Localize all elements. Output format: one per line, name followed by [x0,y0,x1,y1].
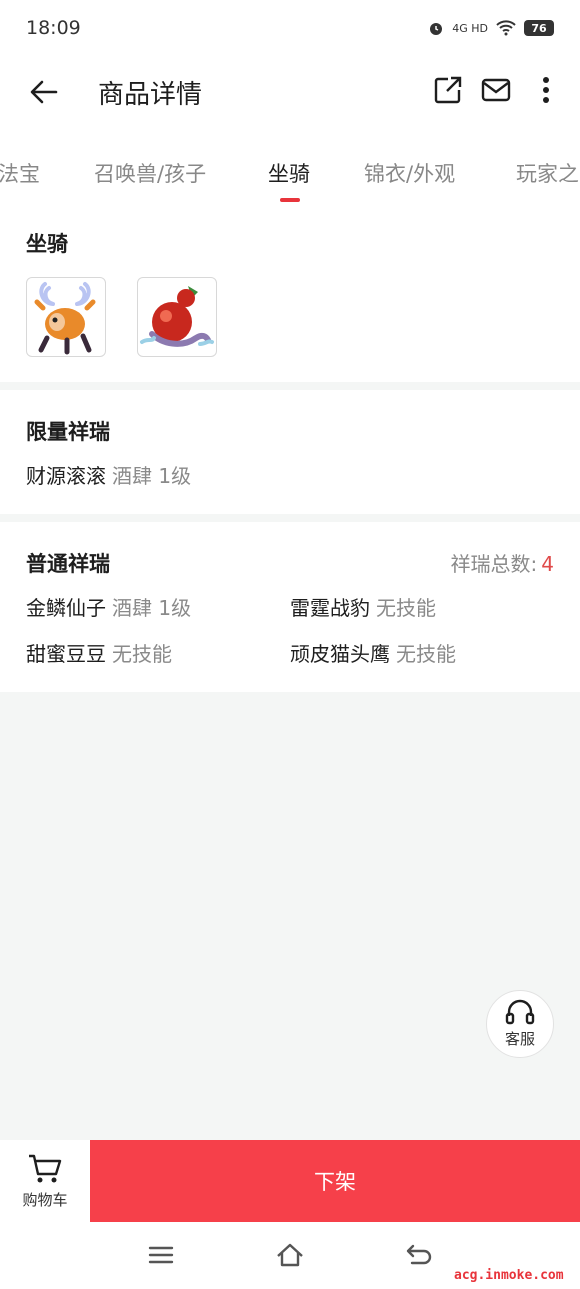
home-icon[interactable] [275,1240,305,1270]
limited-title: 限量祥瑞 [26,420,110,444]
tab-fabao[interactable]: 法宝 [0,158,40,188]
item-detail: 酒肆 1级 [112,464,192,488]
item-name: 顽皮猫头鹰 [290,642,390,666]
header: 商品详情 [0,56,580,128]
mail-icon[interactable] [480,74,512,106]
delist-button[interactable]: 下架 [90,1140,580,1222]
list-item: 甜蜜豆豆 无技能 [26,638,172,667]
cart-button[interactable]: 购物车 [0,1140,90,1222]
item-detail: 无技能 [376,596,436,620]
menu-icon[interactable] [146,1240,176,1270]
normal-title: 普通祥瑞 [26,552,110,576]
mounts-title: 坐骑 [26,232,68,256]
normal-auspicious-card: 普通祥瑞 祥瑞总数: 4 金鳞仙子 酒肆 1级 雷霆战豹 无技能 甜蜜豆豆 无技能 顽皮… [0,522,580,692]
alarm-icon [430,23,443,35]
cart-label: 购物车 [22,1190,68,1209]
item-detail: 无技能 [112,642,172,666]
battery-indicator: 76 [524,20,554,36]
auspicious-count: 祥瑞总数: 4 [451,548,554,577]
share-icon[interactable] [432,74,464,106]
network-label: 4G HD [452,21,488,35]
watermark: acg.inmoke.com [454,1268,564,1283]
tab-outfit-appearance[interactable]: 锦衣/外观 [364,158,455,188]
status-bar: 18:09 4G HD 76 [0,0,580,56]
list-item: 财源滚滚 酒肆 1级 [26,460,191,489]
item-detail: 酒肆 1级 [112,596,192,620]
tab-player[interactable]: 玩家之 [516,158,579,188]
back-icon[interactable] [404,1240,434,1270]
wifi-icon [496,20,516,36]
customer-service-label: 客服 [504,1030,535,1048]
bottom-action-bar: 购物车 下架 [0,1140,580,1222]
mount-thumbnail-deer[interactable] [26,277,106,357]
deer-mount-icon [34,282,96,355]
tab-mounts[interactable]: 坐骑 [268,158,310,188]
cart-icon [29,1154,62,1182]
count-value: 4 [541,552,554,576]
list-item: 金鳞仙子 酒肆 1级 [26,592,191,621]
item-name: 雷霆战豹 [290,596,370,620]
item-name: 甜蜜豆豆 [26,642,106,666]
limited-auspicious-card: 限量祥瑞 财源滚滚 酒肆 1级 [0,390,580,514]
tab-summon-child[interactable]: 召唤兽/孩子 [94,158,206,188]
count-label: 祥瑞总数: [450,552,538,576]
back-arrow-icon[interactable] [26,74,62,110]
more-menu-icon[interactable] [530,74,562,106]
mount-thumbnail-gourd[interactable] [137,277,217,357]
item-name: 金鳞仙子 [26,596,106,620]
page-title: 商品详情 [98,80,203,110]
item-detail: 无技能 [396,642,456,666]
status-icons: 4G HD 76 [428,20,554,36]
mounts-card: 坐骑 [0,210,580,382]
item-name: 财源滚滚 [26,464,106,488]
gourd-mount-icon [140,286,214,347]
status-time: 18:09 [26,17,81,39]
customer-service-button[interactable]: 客服 [486,990,554,1058]
list-item: 顽皮猫头鹰 无技能 [290,638,456,667]
headset-icon [505,999,535,1025]
list-item: 雷霆战豹 无技能 [290,592,436,621]
active-tab-indicator [280,198,300,202]
